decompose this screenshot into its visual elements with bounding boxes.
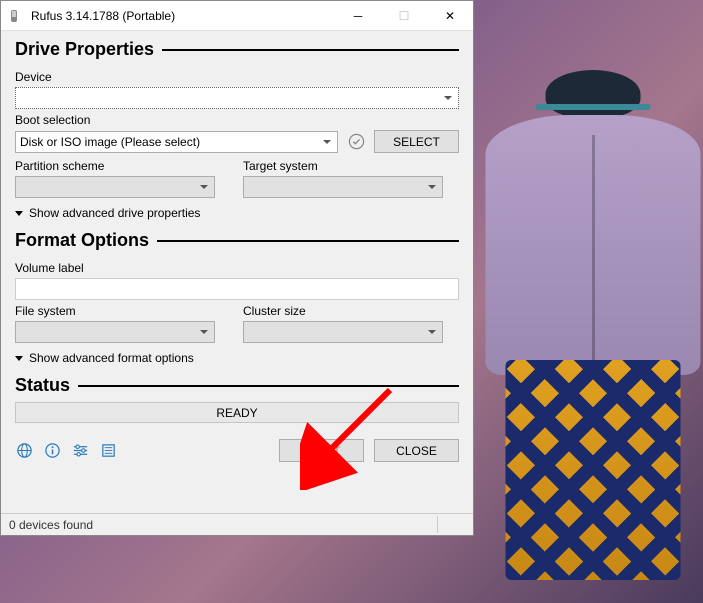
statusbar: 0 devices found [1,513,473,535]
advanced-format-expander[interactable]: Show advanced format options [15,351,459,365]
device-label: Device [15,70,459,84]
cluster-size-label: Cluster size [243,304,459,318]
advanced-drive-label: Show advanced drive properties [29,206,200,220]
format-options-heading: Format Options [15,230,459,251]
format-options-label: Format Options [15,230,149,251]
drive-properties-label: Drive Properties [15,39,154,60]
select-button[interactable]: SELECT [374,130,459,153]
close-button[interactable]: CLOSE [374,439,459,462]
file-system-label: File system [15,304,231,318]
start-button-label: START [302,444,340,458]
background-figure [463,60,703,600]
drive-properties-heading: Drive Properties [15,39,459,60]
verify-icon[interactable] [346,132,366,152]
window-title: Rufus 3.14.1788 (Portable) [31,9,335,23]
chevron-down-icon [200,185,208,189]
language-icon[interactable] [15,442,33,460]
status-text: READY [216,406,257,420]
log-icon[interactable] [99,442,117,460]
chevron-down-icon [444,96,452,100]
chevron-down-icon [428,330,436,334]
advanced-format-label: Show advanced format options [29,351,194,365]
settings-icon[interactable] [71,442,89,460]
target-system-dropdown[interactable] [243,176,443,198]
chevron-down-icon [323,140,331,144]
device-dropdown[interactable] [15,87,459,109]
start-button[interactable]: START [279,439,364,462]
minimize-button[interactable]: ─ [335,1,381,31]
target-system-label: Target system [243,159,459,173]
boot-selection-value: Disk or ISO image (Please select) [20,135,200,149]
volume-label-input[interactable] [15,278,459,300]
advanced-drive-expander[interactable]: Show advanced drive properties [15,206,459,220]
rufus-window: Rufus 3.14.1788 (Portable) ─ ☐ ✕ Drive P… [0,0,474,536]
file-system-dropdown[interactable] [15,321,215,343]
boot-selection-label: Boot selection [15,113,459,127]
partition-scheme-dropdown[interactable] [15,176,215,198]
chevron-down-icon [15,211,23,216]
statusbar-text: 0 devices found [9,518,93,532]
cluster-size-dropdown[interactable] [243,321,443,343]
status-label: Status [15,375,70,396]
chevron-down-icon [200,330,208,334]
boot-selection-dropdown[interactable]: Disk or ISO image (Please select) [15,131,338,153]
select-button-label: SELECT [393,135,440,149]
titlebar: Rufus 3.14.1788 (Portable) ─ ☐ ✕ [1,1,473,31]
volume-label-label: Volume label [15,261,459,275]
status-heading: Status [15,375,459,396]
maximize-button: ☐ [381,1,427,31]
close-window-button[interactable]: ✕ [427,1,473,31]
chevron-down-icon [15,356,23,361]
content-area: Drive Properties Device Boot selection D… [1,31,473,513]
info-icon[interactable] [43,442,61,460]
app-icon [9,8,25,24]
chevron-down-icon [428,185,436,189]
partition-scheme-label: Partition scheme [15,159,231,173]
status-bar: READY [15,402,459,423]
close-button-label: CLOSE [396,444,437,458]
